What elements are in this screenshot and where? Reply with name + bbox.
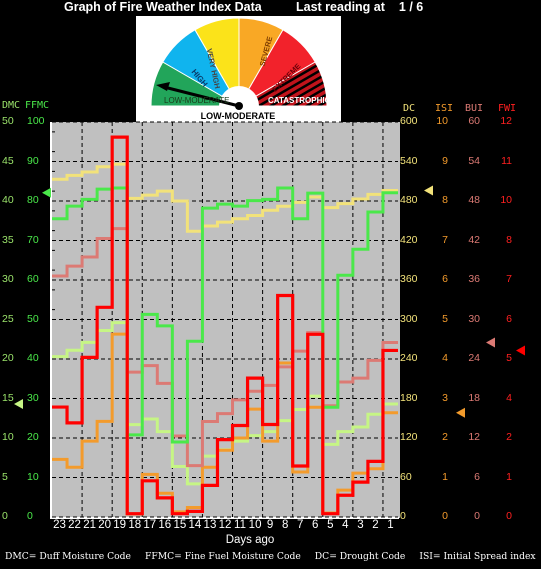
- x-tick-label: 1: [387, 519, 394, 531]
- x-axis-title: Days ago: [225, 534, 275, 546]
- x-tick-label: 11: [234, 519, 246, 531]
- x-tick-label: 12: [218, 519, 232, 531]
- x-tick-label: 8: [281, 519, 289, 531]
- legend-dc: DC= Drought Code: [314, 551, 406, 562]
- x-tick-label: 13: [203, 519, 217, 531]
- x-tick-label: 5: [327, 519, 334, 531]
- x-tick-label: 3: [357, 519, 364, 531]
- x-tick-label: 21: [83, 519, 96, 531]
- pointer-fwi-icon: [516, 345, 525, 356]
- x-tick-label: 10: [248, 519, 262, 531]
- legend-ffmc: FFMC= Fine Fuel Moisture Code: [144, 551, 301, 562]
- legend-isi: ISI= Initial Spread index: [419, 551, 536, 562]
- x-tick-label: 18: [128, 519, 142, 531]
- x-tick-label: 19: [113, 519, 127, 531]
- legend-dmc: DMC= Duff Moisture Code: [5, 551, 131, 562]
- x-tick-label: 2: [372, 519, 379, 531]
- pointer-dc-icon: [424, 185, 433, 196]
- x-tick-label: 15: [173, 519, 187, 531]
- x-tick-label: 16: [158, 519, 172, 531]
- pointer-dmc-icon: [14, 399, 23, 410]
- x-tick-label: 4: [342, 519, 349, 531]
- pointer-ffmc-icon: [42, 187, 51, 198]
- x-tick-label: 22: [68, 519, 81, 531]
- x-tick-label: 14: [188, 519, 202, 531]
- pointer-bui-icon: [486, 337, 495, 348]
- x-tick-label: 7: [297, 519, 304, 531]
- fwi-chart: [14, 121, 525, 519]
- x-tick-label: 6: [312, 519, 319, 531]
- x-tick-label: 9: [266, 519, 274, 531]
- x-tick-label: 23: [53, 519, 66, 531]
- x-tick-label: 17: [143, 519, 157, 531]
- legend: DMC= Duff Moisture Code FFMC= Fine Fuel M…: [5, 551, 541, 562]
- x-tick-label: 20: [98, 519, 112, 531]
- pointer-isi-icon: [456, 407, 465, 418]
